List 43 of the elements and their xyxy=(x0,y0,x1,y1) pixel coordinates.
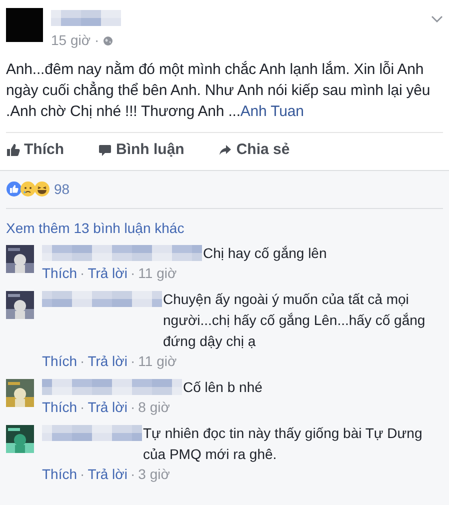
reaction-count[interactable]: 98 xyxy=(54,178,70,200)
comment-text: Chị hay cố gắng lên xyxy=(203,244,327,263)
comment-action-link[interactable]: Trả lời xyxy=(88,398,128,416)
chevron-down-icon[interactable] xyxy=(431,15,443,23)
comment-time[interactable]: 11 giờ xyxy=(138,352,177,370)
comment-action-link[interactable]: Thích xyxy=(42,464,78,484)
comment-action-link[interactable]: Trả lời xyxy=(88,464,128,484)
avatar xyxy=(6,8,43,42)
separator: · xyxy=(130,398,136,416)
comment-text: Chuyện ấy ngoài ý muốn của tất cả mọi người...chị hấy cố gắng Lên...hấy cố gắng đứng dậy chị ạ xyxy=(163,290,426,351)
comment-action-link[interactable]: Thích xyxy=(42,352,78,370)
separator: · xyxy=(80,398,85,416)
comment-time[interactable]: 8 giờ xyxy=(138,398,170,416)
speech-bubble-icon xyxy=(98,143,112,158)
comment-action-link[interactable]: Thích xyxy=(42,264,78,282)
comment-action-link[interactable]: Thích xyxy=(42,398,78,416)
separator: · xyxy=(80,264,85,282)
like-reaction-icon xyxy=(6,181,22,197)
comment-action-link[interactable]: Trả lời xyxy=(88,264,128,282)
post-time[interactable]: 15 giờ xyxy=(51,30,91,51)
thumbs-up-icon xyxy=(6,143,20,158)
sad-face-icon xyxy=(20,181,36,197)
blurred-name xyxy=(51,10,121,26)
more-comments-link[interactable]: Xem thêm 13 bình luận khác xyxy=(6,218,184,238)
separator: · xyxy=(94,31,100,50)
separator: · xyxy=(80,464,85,484)
comment-time[interactable]: 11 giờ xyxy=(138,264,177,282)
action-button[interactable]: Bình luận xyxy=(98,139,184,162)
separator: · xyxy=(130,464,136,484)
separator: · xyxy=(130,352,136,370)
action-button[interactable]: Chia sẻ xyxy=(218,139,290,162)
separator: · xyxy=(130,264,136,282)
separator: · xyxy=(80,352,85,370)
comment-text: Cố lên b nhé xyxy=(183,378,262,396)
laughing-face-icon xyxy=(34,181,50,197)
globe-icon xyxy=(103,36,114,46)
comment-time[interactable]: 3 giờ xyxy=(138,464,170,484)
post-text: Anh...đêm nay nằm đó một mình chắc Anh lạnh lắm. Xin lỗi Anh ngày cuối chẳng thể bên Anh. Như Anh nói kiếp sau mình lại yêu .Anh chờ Chị nhé !!! Thương Anh ...Anh Tuan xyxy=(5,60,432,122)
action-button[interactable]: Thích xyxy=(6,139,64,162)
comment-action-link[interactable]: Trả lời xyxy=(88,352,128,370)
share-arrow-icon xyxy=(218,143,232,158)
comment-text: Tự nhiên đọc tin này thấy giống bài Tự Dưng của PMQ mới ra ghê. xyxy=(143,424,424,464)
author-link[interactable]: Anh Tuan xyxy=(240,103,304,120)
